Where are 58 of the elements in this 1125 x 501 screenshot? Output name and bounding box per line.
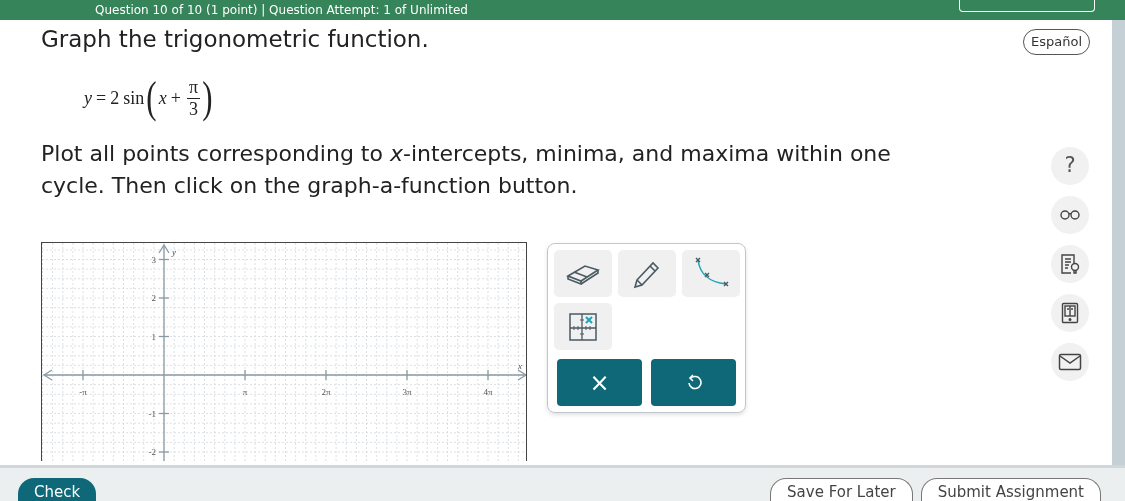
check-button[interactable]: Check (18, 478, 97, 501)
tick-label: 2 (151, 293, 156, 303)
help-button[interactable]: ? (1051, 147, 1089, 185)
language-button[interactable]: Español (1023, 29, 1090, 55)
function-name: sin (123, 86, 145, 110)
tick-mark (158, 258, 170, 261)
ebook-button[interactable] (1051, 294, 1089, 332)
tick-mark (158, 297, 170, 299)
hint-button[interactable] (1051, 245, 1089, 283)
header-button[interactable] (959, 0, 1095, 12)
tick-mark (158, 335, 170, 338)
right-parenthesis: ) (202, 76, 213, 120)
coefficient: 2 (110, 86, 120, 110)
point-tool[interactable] (554, 303, 612, 350)
tick-label: -2 (148, 447, 156, 457)
equation-variable: y (84, 86, 92, 110)
tick-mark (158, 412, 170, 415)
grid-point-icon (567, 310, 599, 343)
tick-label: 3π (402, 387, 412, 397)
tick-mark (158, 451, 170, 453)
ebook-icon (1061, 302, 1079, 324)
fraction-numerator: π (187, 76, 201, 99)
axis-label: x (518, 361, 522, 371)
tick-label: 1 (151, 331, 156, 342)
eraser-tool[interactable] (554, 250, 612, 297)
equation-variable: x (158, 86, 167, 110)
tick-mark (487, 369, 489, 381)
tick-mark (325, 369, 327, 381)
left-parenthesis: ( (146, 76, 157, 120)
scrollbar[interactable] (1112, 20, 1125, 465)
plus-sign: + (170, 86, 181, 110)
clear-button[interactable]: × (557, 359, 642, 406)
view-button[interactable] (1051, 196, 1089, 234)
tick-label: 3 (151, 254, 156, 265)
save-for-later-button[interactable]: Save For Later (770, 478, 913, 501)
question-title: Graph the trigonometric function. (41, 26, 429, 54)
tick-label: -1 (148, 408, 156, 419)
tick-label: 4π (483, 387, 493, 397)
eraser-icon (565, 262, 601, 285)
tick-mark (244, 369, 246, 381)
equals-sign: = (96, 86, 107, 110)
tick-mark (406, 369, 408, 381)
question-info: Question 10 of 10 (1 point) | Question Attempt: 1 of Unlimited (95, 2, 468, 19)
tick-label: -π (79, 387, 87, 397)
pencil-tool[interactable] (618, 250, 676, 297)
glasses-icon (1060, 210, 1080, 220)
mail-icon (1058, 353, 1082, 371)
fraction-denominator: 3 (189, 98, 199, 120)
graph-area[interactable]: -π π 2π 3π 4π 3 2 1 -1 -2 x y (41, 242, 527, 461)
undo-icon (685, 373, 702, 392)
tick-label: π (242, 387, 248, 397)
tick-mark (82, 369, 84, 381)
tick-label: 2π (321, 387, 331, 397)
submit-assignment-button[interactable]: Submit Assignment (920, 478, 1101, 501)
instruction-text: Plot all points corresponding to x-intercepts, minima, and maxima within one cycle. Then click on the graph-a-function button. (41, 140, 892, 200)
axis-label: y (172, 247, 176, 257)
message-button[interactable] (1051, 343, 1089, 381)
document-lightbulb-icon (1060, 253, 1080, 275)
